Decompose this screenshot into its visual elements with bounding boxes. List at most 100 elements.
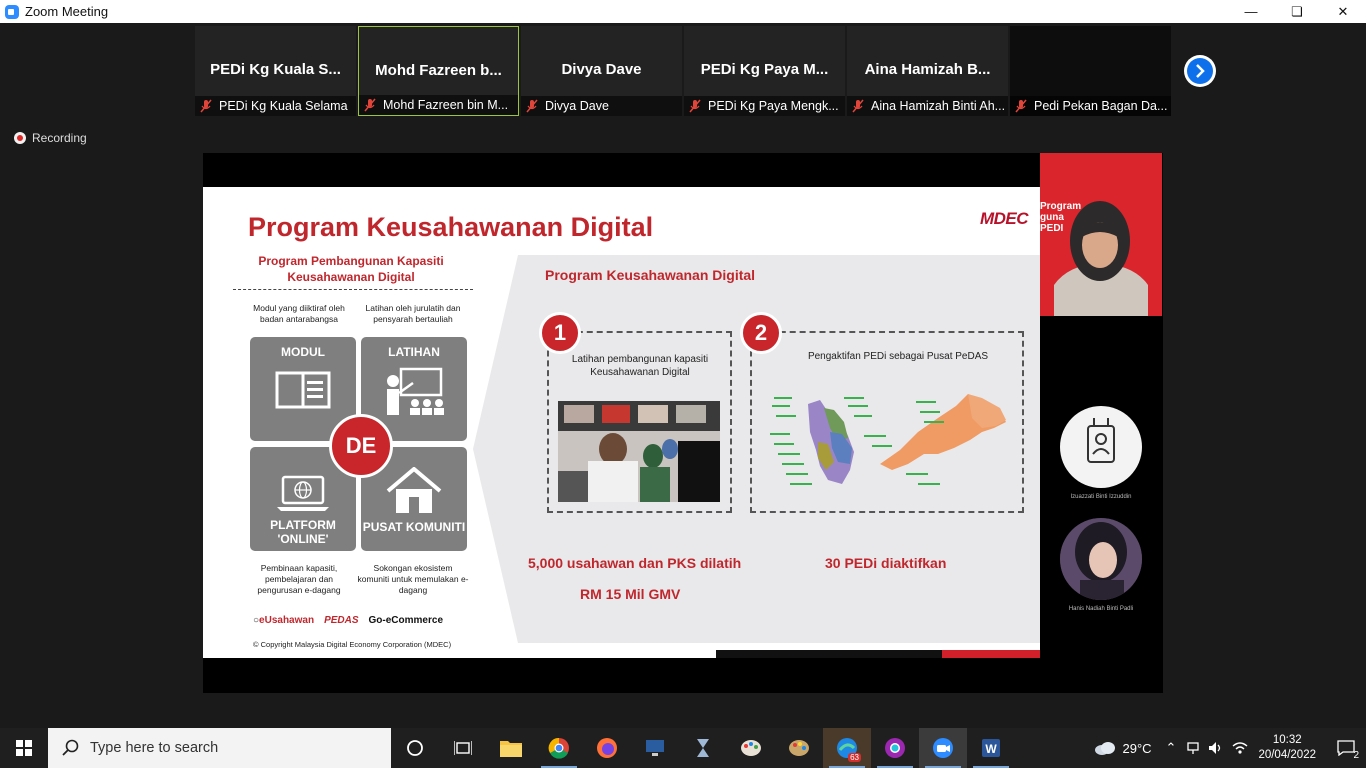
clock[interactable]: 10:32 20/04/2022 [1258,733,1316,763]
participant-label: Mohd Fazreen bin M... [383,98,509,112]
edge-button[interactable]: 63 [823,728,871,768]
box-modul-label: MODUL [281,345,325,359]
title-bar: Zoom Meeting — ❏ ✕ [0,0,1366,23]
house-icon [386,466,442,513]
speaker-video[interactable]: Program guna PEDI [1040,153,1162,316]
clock-time: 10:32 [1272,734,1302,746]
training-photo [558,401,720,502]
box-platform-label: PLATFORM 'ONLINE' [270,518,336,546]
network-icon[interactable] [1186,741,1200,755]
chrome-icon [548,737,569,759]
participant-label: PEDi Kg Kuala Selama [219,99,348,113]
muted-mic-icon [1015,99,1027,113]
chrome-profile-button[interactable] [871,728,919,768]
paint-icon [741,740,761,756]
step2-text: Pengaktifan PEDi sebagai Pusat PeDAS [807,351,989,362]
start-button[interactable] [0,728,48,768]
wifi-icon[interactable] [1232,741,1248,755]
participant-tile[interactable]: Mohd Fazreen b... Mohd Fazreen bin M... [358,26,519,116]
clock-date: 20/04/2022 [1258,749,1316,761]
participant-tile[interactable]: Pedi Pekan Bagan Da... [1010,26,1171,116]
stat-pedi: 30 PEDi diaktifkan [825,555,947,571]
app-button-1[interactable] [631,728,679,768]
zoom-button[interactable] [919,728,967,768]
maximize-button[interactable]: ❏ [1274,0,1320,23]
id-badge-icon [1087,418,1115,463]
caption-platform: Pembinaan kapasiti, pembelajaran dan pen… [257,563,341,595]
display-app-icon [646,740,664,756]
close-button[interactable]: ✕ [1320,0,1366,23]
participant-name: Izuazzati Binti Izzuddin [1070,494,1132,500]
participant-display-name: PEDi Kg Paya M... [700,61,829,78]
system-tray: 29°C ⌃ 10:32 20/04/2022 2 [1094,728,1366,768]
window-title: Zoom Meeting [25,4,109,19]
minimize-button[interactable]: — [1228,0,1274,23]
participant-label: Aina Hamizah Binti Ah... [871,99,1006,113]
participant-label: PEDi Kg Paya Mengk... [708,99,839,113]
cortana-icon [407,740,423,756]
copyright-text: © Copyright Malaysia Digital Economy Cor… [253,640,452,649]
stat-gmv: RM 15 Mil GMV [580,586,681,602]
partner-logos: ○eUsahawan PEDAS Go-eCommerce [253,615,443,626]
participant-display-name: Aina Hamizah B... [864,61,991,78]
zoom-app-icon [5,4,19,19]
participant-tile[interactable]: PEDi Kg Kuala S... PEDi Kg Kuala Selama [195,26,356,116]
firefox-icon [597,738,617,758]
task-view-button[interactable] [439,728,487,768]
cortana-button[interactable] [391,728,439,768]
app-button-3[interactable] [727,728,775,768]
badge-avatar [1060,406,1142,488]
participant-video-tile[interactable]: Izuazzati Binti Izzuddin [1040,406,1162,518]
participant-label: Pedi Pekan Bagan Da... [1034,99,1168,113]
chrome-profile-icon [885,738,905,758]
firefox-button[interactable] [583,728,631,768]
file-explorer-button[interactable] [487,728,535,768]
box-pusat-label: PUSAT KOMUNITI [362,520,466,534]
caption-pusat: Sokongan ekosistem komuniti untuk memula… [357,563,469,595]
chrome-button[interactable] [535,728,583,768]
windows-icon [16,740,32,756]
participant-tile[interactable]: Aina Hamizah B... Aina Hamizah Binti Ah.… [847,26,1008,116]
recording-label: Recording [32,131,87,145]
go-ecommerce-logo: Go-eCommerce [368,615,443,626]
weather-cloud-icon[interactable] [1094,740,1116,756]
record-icon [14,132,26,144]
next-page-button[interactable] [1184,55,1216,87]
recording-indicator[interactable]: Recording [14,131,87,145]
photo-avatar [1060,518,1142,600]
app-button-2[interactable] [679,728,727,768]
notification-button[interactable]: 2 [1326,728,1366,768]
caption-latihan: Latihan oleh jurulatih dan pensyarah ber… [365,303,461,324]
participant-label: Divya Dave [545,99,609,113]
chevron-up-icon[interactable]: ⌃ [1166,740,1177,756]
hourglass-icon [697,739,709,757]
meeting-area: PEDi Kg Kuala S... PEDi Kg Kuala Selama … [0,23,1366,728]
word-button[interactable]: W [967,728,1015,768]
participant-display-name: PEDi Kg Kuala S... [210,61,341,78]
training-icon [387,367,444,415]
weather-temp[interactable]: 29°C [1122,741,1151,756]
participant-tile[interactable]: Divya Dave Divya Dave [521,26,682,116]
participant-tile[interactable]: PEDi Kg Paya M... PEDi Kg Paya Mengk... [684,26,845,116]
app-button-4[interactable] [775,728,823,768]
muted-mic-icon [689,99,701,113]
palette-icon [789,740,809,756]
slide-footer-bar [716,650,1040,658]
step1-text: Latihan pembangunan kapasiti Keusahawana… [571,354,709,378]
step2-number: 2 [740,312,782,354]
taskbar-search[interactable]: Type here to search [48,728,391,768]
caption-modul: Modul yang diiktiraf oleh badan antaraba… [253,303,345,324]
participant-video-tile[interactable]: Hanis Nadiah Binti Padli [1040,518,1162,630]
participant-display-name: Mohd Fazreen b... [375,62,502,79]
folder-icon [500,741,522,757]
volume-icon[interactable] [1208,741,1224,755]
search-placeholder: Type here to search [90,740,219,756]
box-latihan-label: LATIHAN [388,345,440,359]
svg-text:W: W [985,742,997,756]
profile-photo [1060,518,1142,600]
left-subtitle: Program Pembangunan Kapasiti Keusahawana… [258,254,444,284]
notification-icon [1337,740,1355,756]
book-icon [275,371,331,409]
slide-title: Program Keusahawanan Digital [248,212,654,242]
search-icon [62,739,79,756]
